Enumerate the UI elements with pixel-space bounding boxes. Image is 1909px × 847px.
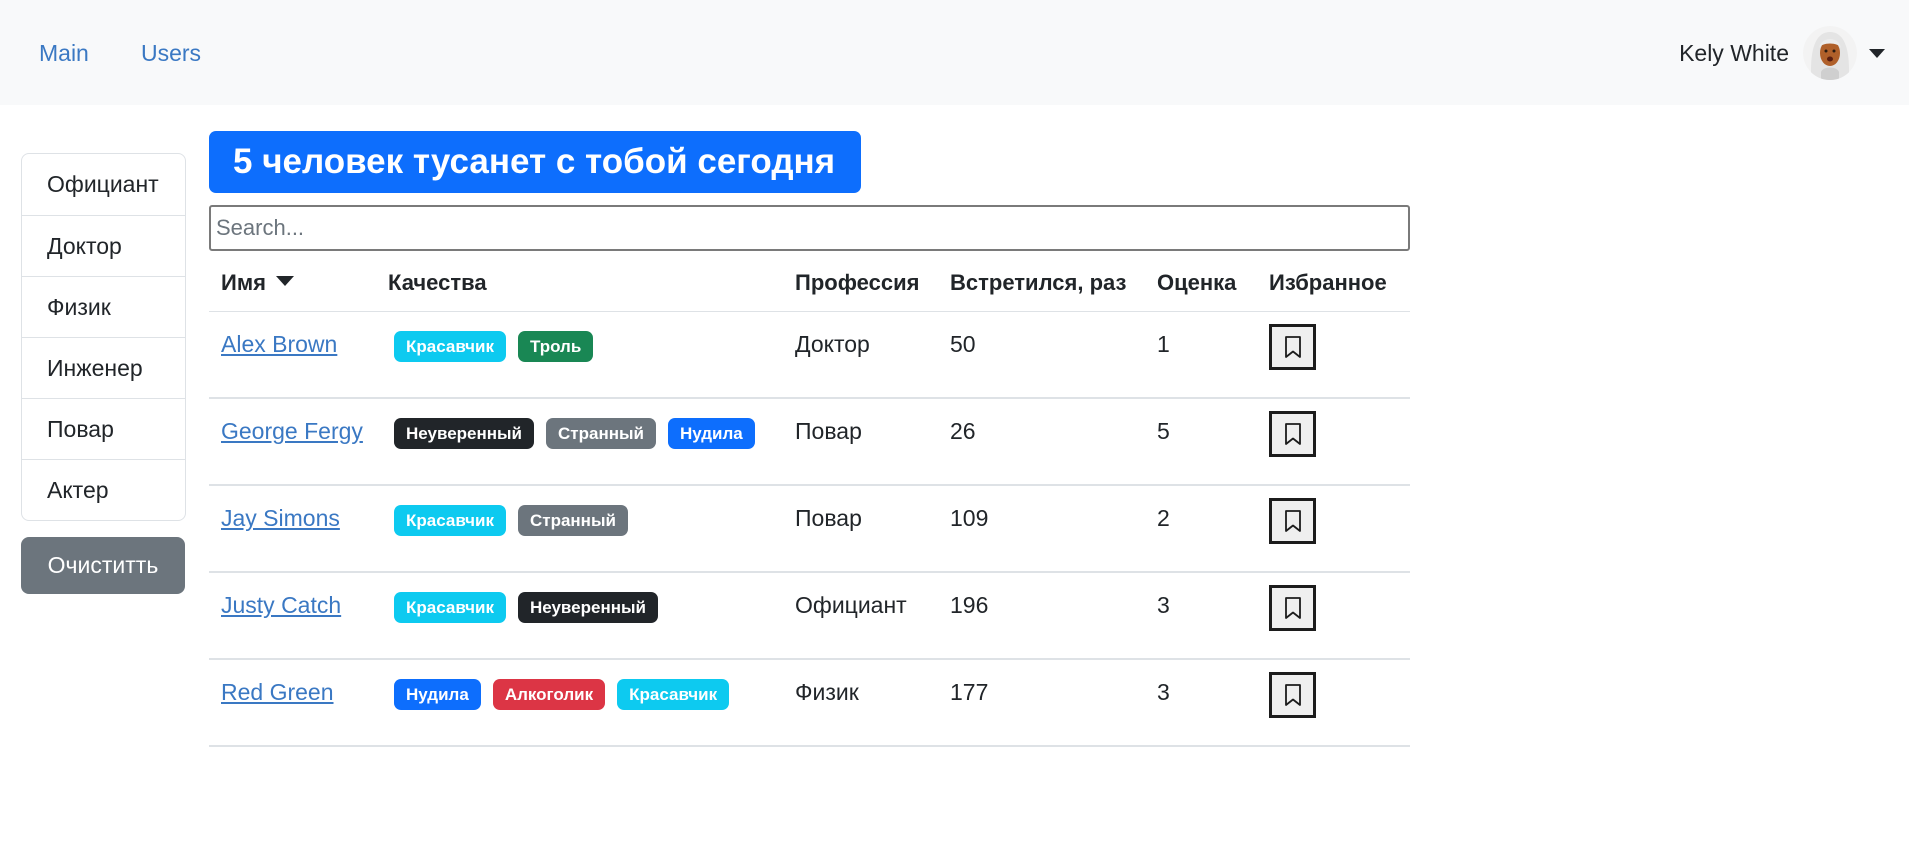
met-count-cell: 109	[950, 505, 989, 531]
met-count-cell: 177	[950, 679, 989, 705]
user-menu[interactable]: Kely White	[1679, 25, 1885, 81]
bookmark-icon	[1284, 423, 1301, 445]
table-row: Jay Simons Красавчик Странный Повар 109 2	[209, 486, 1410, 573]
column-header-name[interactable]: Имя	[221, 270, 294, 296]
filter-item-physicist[interactable]: Физик	[22, 276, 185, 337]
user-name-link[interactable]: Red Green	[221, 679, 334, 706]
column-header-qualities[interactable]: Качества	[388, 270, 487, 296]
user-name: Kely White	[1679, 39, 1789, 66]
rating-cell: 3	[1157, 679, 1170, 705]
profession-filter-list: Официант Доктор Физик Инженер Повар Акте…	[21, 153, 186, 521]
avatar	[1803, 26, 1857, 80]
quality-badge: Нудила	[394, 679, 481, 710]
profession-cell: Повар	[795, 505, 862, 531]
filter-item-cook[interactable]: Повар	[22, 398, 185, 459]
quality-badges: Неуверенный Странный Нудила	[394, 418, 767, 449]
bookmark-button[interactable]	[1269, 411, 1316, 457]
user-name-link[interactable]: George Fergy	[221, 418, 363, 445]
quality-badges: Нудила Алкоголик Красавчик	[394, 679, 741, 710]
profession-cell: Официант	[795, 592, 907, 618]
filter-item-doctor[interactable]: Доктор	[22, 215, 185, 276]
bookmark-button[interactable]	[1269, 498, 1316, 544]
clear-filter-button[interactable]: Очиститть	[21, 537, 185, 594]
bookmark-icon	[1284, 336, 1301, 358]
column-header-favorite[interactable]: Избранное	[1269, 270, 1387, 296]
bookmark-icon	[1284, 684, 1301, 706]
search-input[interactable]	[209, 205, 1410, 251]
quality-badge: Красавчик	[394, 331, 506, 362]
bookmark-button[interactable]	[1269, 324, 1316, 370]
caret-down-icon	[275, 276, 294, 286]
page-title: 5 человек тусанет с тобой сегодня	[209, 131, 861, 193]
quality-badge: Красавчик	[617, 679, 730, 710]
profession-cell: Доктор	[795, 331, 870, 357]
quality-badge: Нудила	[667, 418, 755, 449]
filter-item-engineer[interactable]: Инженер	[22, 337, 185, 398]
column-header-profession[interactable]: Профессия	[795, 270, 919, 296]
filter-item-actor[interactable]: Актер	[22, 459, 185, 520]
bookmark-button[interactable]	[1269, 585, 1316, 631]
met-count-cell: 196	[950, 592, 989, 618]
quality-badge: Неуверенный	[517, 592, 658, 623]
nav-link-users[interactable]: Users	[141, 40, 201, 67]
quality-badge: Красавчик	[394, 505, 506, 536]
met-count-cell: 50	[950, 331, 976, 357]
rating-cell: 2	[1157, 505, 1170, 531]
filter-item-waiter[interactable]: Официант	[22, 154, 185, 215]
column-header-met[interactable]: Встретился, раз	[950, 270, 1126, 296]
quality-badge: Странный	[546, 418, 656, 449]
table-body: Alex Brown Красавчик Троль Доктор 50 1 George …	[209, 312, 1410, 747]
top-navbar: Main Users Kely White	[0, 0, 1909, 105]
quality-badges: Красавчик Неуверенный	[394, 592, 670, 623]
quality-badge: Троль	[517, 331, 594, 362]
quality-badges: Красавчик Троль	[394, 331, 605, 362]
rating-cell: 5	[1157, 418, 1170, 444]
met-count-cell: 26	[950, 418, 976, 444]
quality-badge: Странный	[517, 505, 628, 536]
table-row: Red Green Нудила Алкоголик Красавчик Физик 17…	[209, 660, 1410, 747]
caret-down-icon[interactable]	[1869, 48, 1885, 58]
rating-cell: 3	[1157, 592, 1170, 618]
table-row: Alex Brown Красавчик Троль Доктор 50 1	[209, 312, 1410, 399]
rating-cell: 1	[1157, 331, 1170, 357]
table-header: Имя Качества Профессия Встретился, раз О…	[209, 254, 1410, 312]
user-name-link[interactable]: Jay Simons	[221, 505, 340, 532]
column-header-rating[interactable]: Оценка	[1157, 270, 1236, 296]
profession-cell: Физик	[795, 679, 859, 705]
quality-badge: Красавчик	[394, 592, 506, 623]
quality-badges: Красавчик Странный	[394, 505, 640, 536]
bookmark-icon	[1284, 597, 1301, 619]
users-table: Имя Качества Профессия Встретился, раз О…	[209, 254, 1410, 747]
bookmark-icon	[1284, 510, 1301, 532]
table-row: Justy Catch Красавчик Неуверенный Официант 1…	[209, 573, 1410, 660]
quality-badge: Неуверенный	[394, 418, 534, 449]
table-row: George Fergy Неуверенный Странный Нудила Пов…	[209, 399, 1410, 486]
nav-link-main[interactable]: Main	[39, 40, 89, 67]
bookmark-button[interactable]	[1269, 672, 1316, 718]
quality-badge: Алкоголик	[492, 679, 606, 710]
user-name-link[interactable]: Alex Brown	[221, 331, 337, 358]
user-name-link[interactable]: Justy Catch	[221, 592, 341, 619]
profession-cell: Повар	[795, 418, 862, 444]
